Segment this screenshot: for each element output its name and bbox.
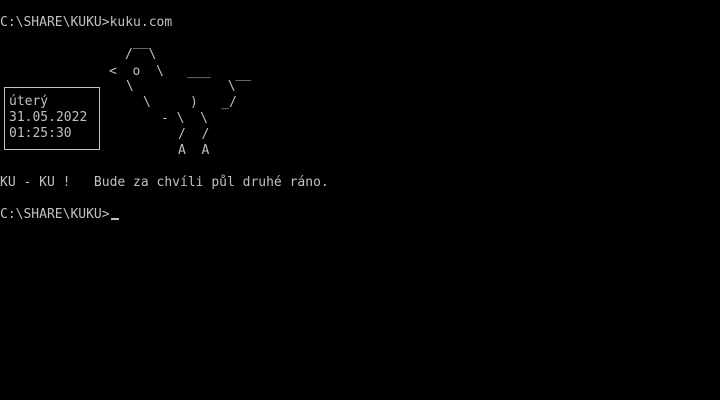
prompt-text: C:\SHARE\KUKU> xyxy=(0,207,110,222)
ascii-art-row-2: < o \ ___ xyxy=(109,64,211,79)
clock-time: 01:25:30 xyxy=(9,126,72,141)
prompt-line[interactable]: C:\SHARE\KUKU> xyxy=(0,207,119,223)
ascii-art-row-3: \ \‾‾ xyxy=(126,79,252,94)
clock-box: úterý 31.05.2022 01:25:30 xyxy=(4,87,100,150)
cuckoo-message: KU - KU ! Bude za chvíli půl druhé ráno. xyxy=(0,175,329,190)
ascii-art-row-6: / / xyxy=(178,127,210,142)
clock-date: 31.05.2022 xyxy=(9,110,88,125)
clock-day: úterý xyxy=(9,94,49,109)
ascii-art-row-7: A A xyxy=(178,143,210,158)
ascii-art-row-4: \ ) _/ xyxy=(143,95,237,110)
ascii-art-row-1: /‾‾\ xyxy=(125,47,157,62)
text-cursor xyxy=(110,218,119,220)
command-line: C:\SHARE\KUKU>kuku.com xyxy=(0,15,173,30)
dos-console-screen[interactable]: C:\SHARE\KUKU>kuku.com /‾‾\ < o \ ___ \ … xyxy=(0,0,720,400)
ascii-art-row-5: - \ \ xyxy=(161,111,208,126)
